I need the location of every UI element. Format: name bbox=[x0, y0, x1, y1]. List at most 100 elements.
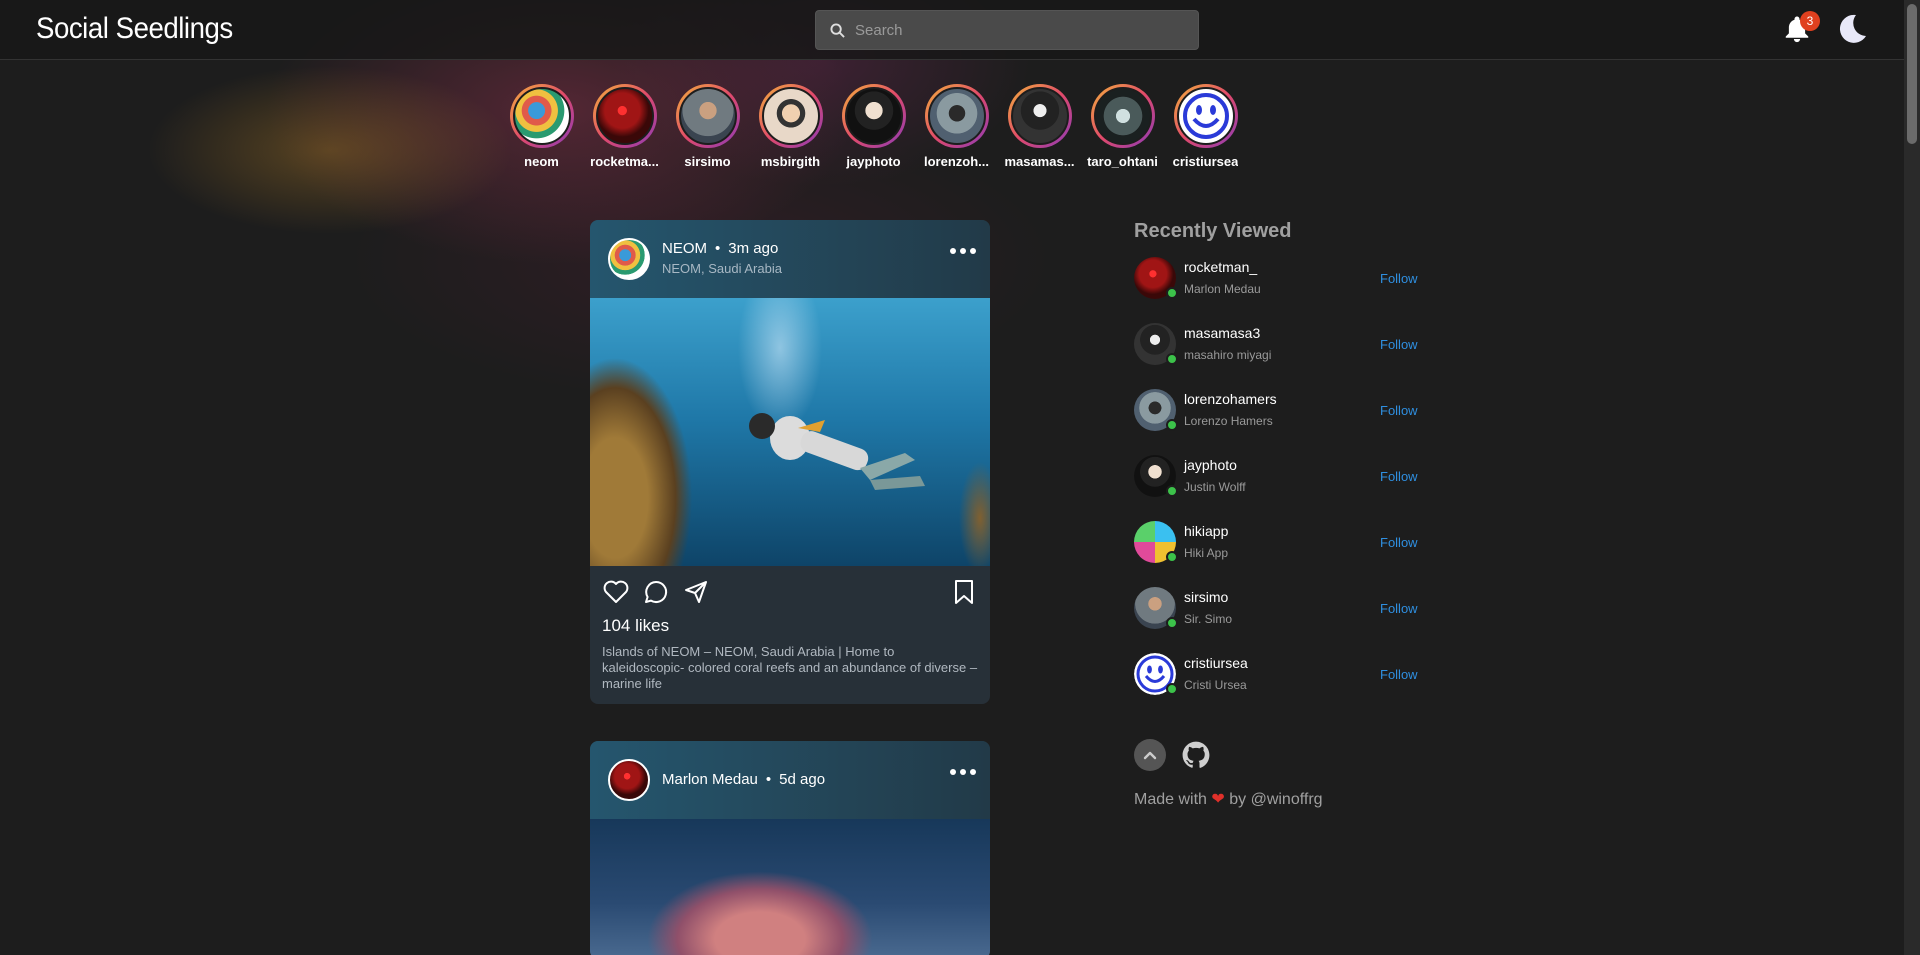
list-item: masamasa3 masahiro miyagi Follow bbox=[1134, 323, 1434, 389]
top-bar: Social Seedlings 3 bbox=[0, 0, 1904, 60]
post-caption: Islands of NEOM – NEOM, Saudi Arabia | H… bbox=[602, 644, 978, 691]
user-username[interactable]: cristiursea bbox=[1184, 655, 1248, 671]
story-avatar[interactable] bbox=[1093, 87, 1152, 145]
heart-icon[interactable] bbox=[602, 578, 630, 606]
follow-button[interactable]: Follow bbox=[1380, 271, 1418, 286]
post-author-line: Marlon Medau • 5d ago bbox=[662, 771, 825, 788]
story-avatar[interactable] bbox=[761, 87, 820, 145]
post-time: 5d ago bbox=[779, 771, 826, 788]
follow-button[interactable]: Follow bbox=[1380, 667, 1418, 682]
stories-bar: neom rocketma... sirsimo msbirgith jayph… bbox=[500, 84, 1247, 169]
story-username: msbirgith bbox=[760, 154, 821, 169]
made-with-credit: Made with ❤ by @winoffrg bbox=[1134, 789, 1434, 809]
more-options-icon[interactable] bbox=[950, 767, 976, 777]
post-header: Marlon Medau • 5d ago bbox=[590, 741, 990, 819]
bookmark-icon[interactable] bbox=[950, 578, 978, 606]
post-image[interactable] bbox=[590, 819, 990, 955]
online-indicator bbox=[1166, 287, 1178, 299]
user-fullname: Lorenzo Hamers bbox=[1184, 414, 1273, 428]
story-username: lorenzoh... bbox=[924, 154, 989, 169]
story-item[interactable]: sirsimo bbox=[666, 84, 749, 169]
notification-badge: 3 bbox=[1800, 11, 1820, 31]
online-indicator bbox=[1166, 551, 1178, 563]
list-item: hikiapp Hiki App Follow bbox=[1134, 521, 1434, 587]
user-username[interactable]: sirsimo bbox=[1184, 589, 1228, 605]
story-item[interactable]: neom bbox=[500, 84, 583, 169]
post-author[interactable]: Marlon Medau bbox=[662, 771, 758, 788]
post-actions bbox=[590, 566, 990, 614]
search-input[interactable] bbox=[855, 21, 1175, 39]
story-item[interactable]: lorenzoh... bbox=[915, 84, 998, 169]
list-item: sirsimo Sir. Simo Follow bbox=[1134, 587, 1434, 653]
user-fullname: Justin Wolff bbox=[1184, 480, 1246, 494]
list-item: rocketman_ Marlon Medau Follow bbox=[1134, 257, 1434, 323]
user-fullname: Sir. Simo bbox=[1184, 612, 1233, 626]
more-options-icon[interactable] bbox=[950, 246, 976, 256]
story-avatar[interactable] bbox=[927, 87, 986, 145]
story-username: neom bbox=[524, 154, 559, 169]
story-avatar[interactable] bbox=[512, 87, 571, 145]
post-author[interactable]: NEOM bbox=[662, 240, 707, 257]
search-box[interactable] bbox=[815, 10, 1199, 50]
post-card: Marlon Medau • 5d ago bbox=[590, 741, 990, 955]
list-item: jayphoto Justin Wolff Follow bbox=[1134, 455, 1434, 521]
post-location: NEOM, Saudi Arabia bbox=[662, 261, 782, 276]
post-author-line: NEOM • 3m ago bbox=[662, 240, 778, 257]
follow-button[interactable]: Follow bbox=[1380, 469, 1418, 484]
story-item[interactable]: jayphoto bbox=[832, 84, 915, 169]
follow-button[interactable]: Follow bbox=[1380, 535, 1418, 550]
share-icon[interactable] bbox=[682, 578, 710, 606]
scroll-to-top-button[interactable] bbox=[1134, 739, 1166, 771]
online-indicator bbox=[1166, 683, 1178, 695]
scrollbar-thumb[interactable] bbox=[1907, 4, 1917, 144]
app-logo[interactable]: Social Seedlings bbox=[36, 12, 233, 46]
user-username[interactable]: jayphoto bbox=[1184, 457, 1237, 473]
list-item: lorenzohamers Lorenzo Hamers Follow bbox=[1134, 389, 1434, 455]
sidebar-title: Recently Viewed bbox=[1134, 220, 1292, 242]
story-item[interactable]: masamas... bbox=[998, 84, 1081, 169]
user-username[interactable]: hikiapp bbox=[1184, 523, 1228, 539]
user-fullname: masahiro miyagi bbox=[1184, 348, 1272, 362]
online-indicator bbox=[1166, 485, 1178, 497]
moon-icon[interactable] bbox=[1834, 12, 1868, 46]
post-avatar[interactable] bbox=[608, 238, 650, 280]
user-fullname: Marlon Medau bbox=[1184, 282, 1261, 296]
user-username[interactable]: lorenzohamers bbox=[1184, 391, 1277, 407]
story-avatar[interactable] bbox=[595, 87, 654, 145]
user-username[interactable]: rocketman_ bbox=[1184, 259, 1257, 275]
story-avatar[interactable] bbox=[1010, 87, 1069, 145]
follow-button[interactable]: Follow bbox=[1380, 337, 1418, 352]
post-header: NEOM • 3m ago NEOM, Saudi Arabia bbox=[590, 220, 990, 298]
story-item[interactable]: taro_ohtani bbox=[1081, 84, 1164, 169]
recently-viewed-panel: Recently Viewed rocketman_ Marlon Medau … bbox=[1134, 220, 1434, 809]
post-card: NEOM • 3m ago NEOM, Saudi Arabia 104 likes… bbox=[590, 220, 990, 704]
made-suffix[interactable]: by @winoffrg bbox=[1229, 791, 1322, 808]
list-item: cristiursea Cristi Ursea Follow bbox=[1134, 653, 1434, 719]
user-fullname: Hiki App bbox=[1184, 546, 1229, 560]
sidebar-footer bbox=[1134, 739, 1434, 779]
smiley-avatar-icon[interactable] bbox=[1176, 87, 1235, 145]
post-image[interactable] bbox=[590, 298, 990, 566]
story-username: masamas... bbox=[1004, 154, 1075, 169]
github-icon[interactable] bbox=[1182, 741, 1210, 769]
user-username[interactable]: masamasa3 bbox=[1184, 325, 1260, 341]
story-avatar[interactable] bbox=[678, 87, 737, 145]
online-indicator bbox=[1166, 617, 1178, 629]
online-indicator bbox=[1166, 353, 1178, 365]
diver-illustration bbox=[749, 413, 925, 490]
story-avatar[interactable] bbox=[844, 87, 903, 145]
user-fullname: Cristi Ursea bbox=[1184, 678, 1247, 692]
follow-button[interactable]: Follow bbox=[1380, 601, 1418, 616]
made-prefix: Made with bbox=[1134, 791, 1207, 808]
scrollbar[interactable] bbox=[1904, 0, 1920, 955]
comment-icon[interactable] bbox=[642, 578, 670, 606]
follow-button[interactable]: Follow bbox=[1380, 403, 1418, 418]
story-username: rocketma... bbox=[590, 154, 659, 169]
story-item[interactable]: cristiursea bbox=[1164, 84, 1247, 169]
likes-count[interactable]: 104 likes bbox=[590, 616, 990, 636]
post-avatar[interactable] bbox=[608, 759, 650, 801]
story-username: taro_ohtani bbox=[1087, 154, 1158, 169]
story-item[interactable]: msbirgith bbox=[749, 84, 832, 169]
story-item[interactable]: rocketma... bbox=[583, 84, 666, 169]
recently-viewed-list: rocketman_ Marlon Medau Follow masamasa3… bbox=[1134, 257, 1434, 719]
